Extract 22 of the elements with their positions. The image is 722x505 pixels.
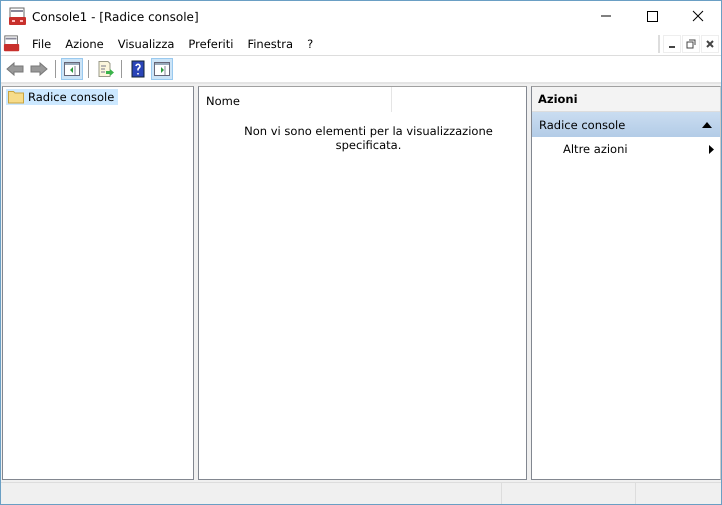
menu-item[interactable]: Azione (59, 36, 112, 50)
close-icon[interactable] (701, 34, 719, 52)
console-icon (8, 6, 28, 26)
minimize-icon[interactable] (663, 34, 681, 52)
menu-item[interactable]: ? (301, 36, 322, 50)
menu-item[interactable]: Preferiti (182, 36, 242, 50)
restore-icon[interactable] (682, 34, 700, 52)
menu-item[interactable]: Visualizza (112, 36, 182, 50)
action-section-header[interactable]: Radice console (532, 112, 720, 137)
actions-header: Azioni (532, 87, 720, 112)
action-pane-toggle-button[interactable] (151, 58, 173, 80)
action-item[interactable]: Altre azioni (532, 137, 720, 161)
tree-toggle-button[interactable] (61, 58, 83, 80)
tree-item[interactable]: Radice console (6, 89, 118, 105)
menu-item[interactable]: File (26, 36, 60, 50)
menu-item[interactable]: Finestra (241, 36, 302, 50)
submenu-arrow-icon (709, 144, 714, 154)
collapse-icon[interactable] (702, 122, 712, 128)
folder-icon (8, 90, 24, 104)
window-title: Console1 - [Radice console] (32, 10, 200, 24)
empty-message: Non vi sono elementi per la visualizzazione specificata. (243, 124, 494, 152)
column-header[interactable]: Nome (199, 87, 392, 112)
